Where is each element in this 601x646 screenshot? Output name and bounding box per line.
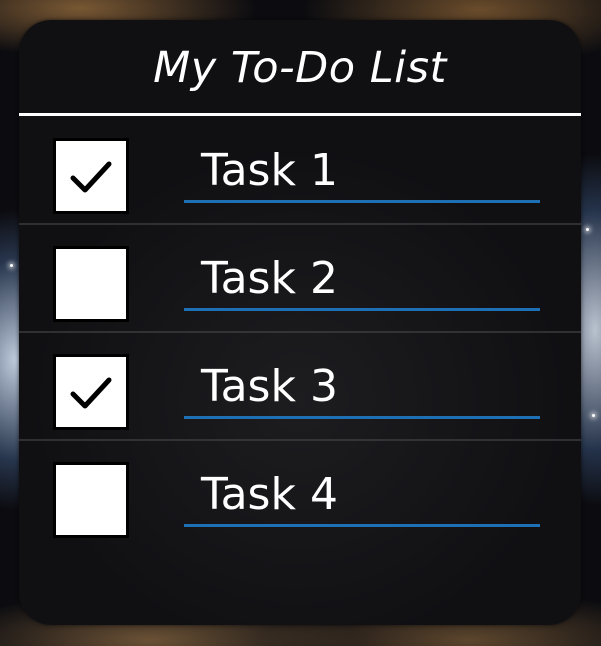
- checkmark-icon: [70, 161, 112, 193]
- background-star: [586, 228, 589, 231]
- background-star: [10, 264, 13, 267]
- todo-card: My To-Do List Task 1 Task 2 Task 3 Task …: [19, 20, 581, 625]
- task-label: Task 4: [201, 469, 338, 520]
- task-row: Task 2: [19, 223, 581, 332]
- task-field[interactable]: Task 4: [184, 462, 540, 527]
- task-field[interactable]: Task 1: [184, 138, 540, 203]
- checkmark-icon: [70, 377, 112, 409]
- task-row: Task 3: [19, 331, 581, 440]
- task-row: Task 4: [19, 439, 581, 548]
- task-field[interactable]: Task 2: [184, 246, 540, 311]
- task-row: Task 1: [19, 116, 581, 224]
- task-checkbox[interactable]: [53, 246, 129, 322]
- task-checkbox[interactable]: [53, 354, 129, 430]
- task-label: Task 1: [201, 145, 338, 196]
- background-star: [592, 414, 595, 417]
- task-checkbox[interactable]: [53, 138, 129, 214]
- task-checkbox[interactable]: [53, 462, 129, 538]
- todo-title: My To-Do List: [153, 42, 447, 93]
- task-label: Task 3: [201, 361, 338, 412]
- todo-header: My To-Do List: [19, 20, 581, 116]
- task-field[interactable]: Task 3: [184, 354, 540, 419]
- task-list: Task 1 Task 2 Task 3 Task 4: [19, 116, 581, 548]
- task-label: Task 2: [201, 253, 338, 304]
